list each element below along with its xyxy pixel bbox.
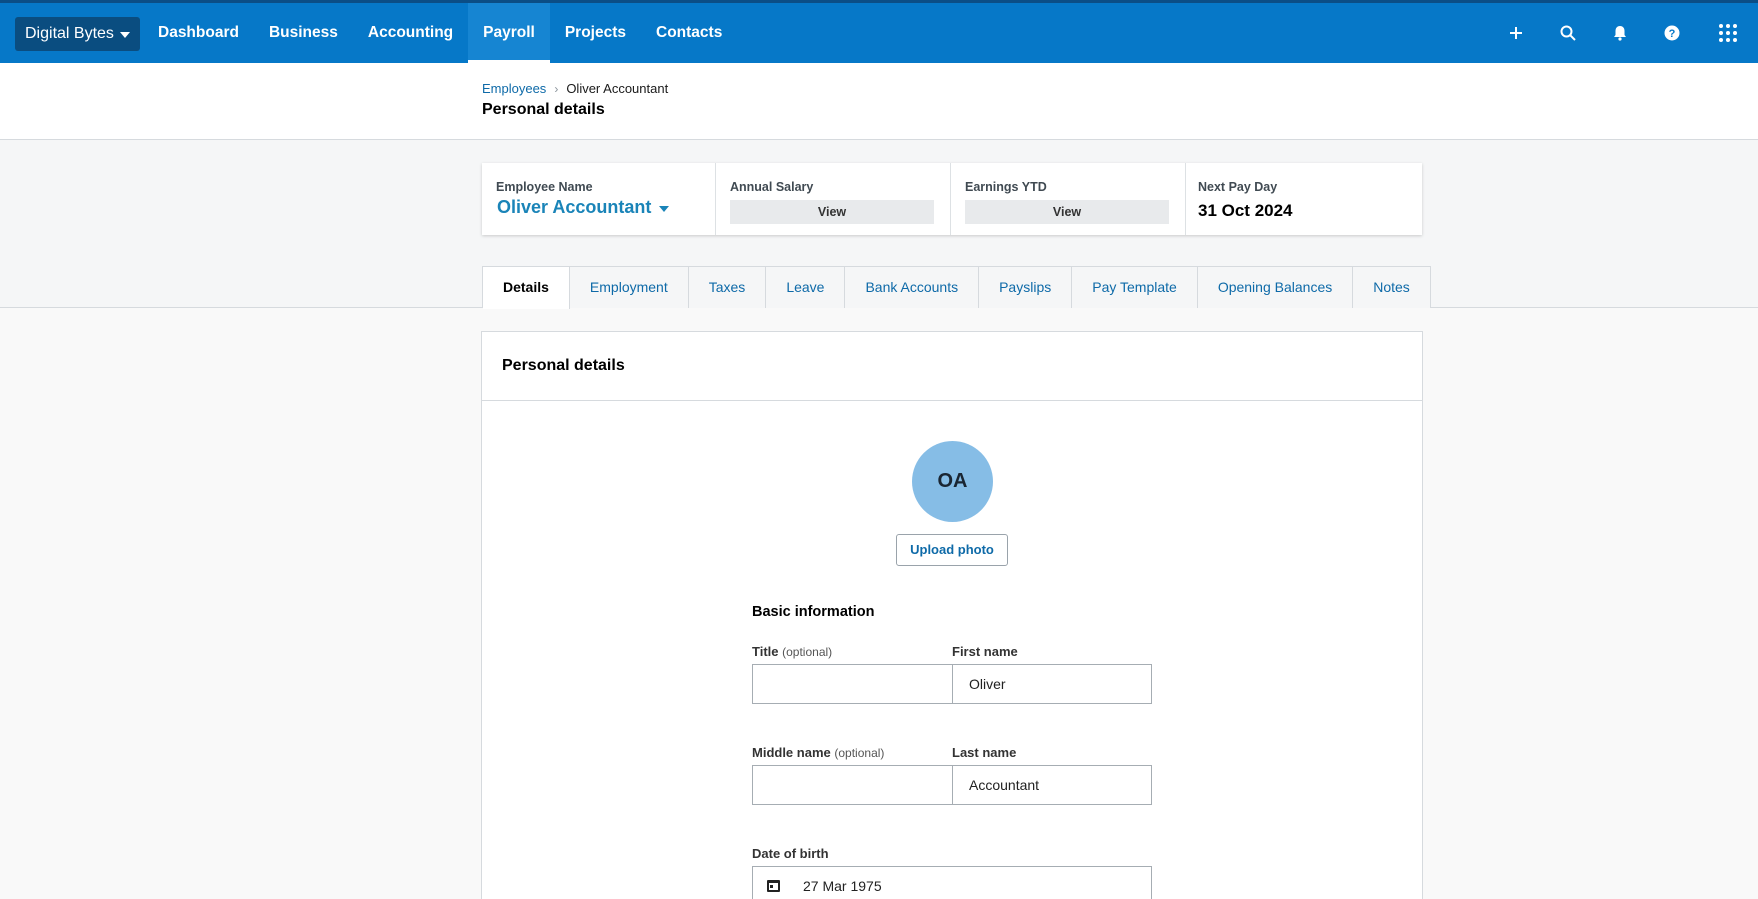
breadcrumb-employees-link[interactable]: Employees	[482, 81, 546, 96]
earnings-ytd-label: Earnings YTD	[965, 180, 1047, 194]
tab-details[interactable]: Details	[483, 267, 570, 309]
middle-name-field[interactable]	[752, 765, 953, 805]
bell-icon[interactable]	[1594, 3, 1646, 63]
nav-business[interactable]: Business	[254, 3, 353, 63]
page-title: Personal details	[482, 101, 605, 118]
middle-name-label: Middle name (optional)	[752, 745, 884, 760]
last-name-field[interactable]	[952, 765, 1152, 805]
next-pay-day-label: Next Pay Day	[1198, 180, 1278, 194]
apps-grid-icon[interactable]	[1698, 3, 1758, 63]
title-optional-text: (optional)	[782, 645, 833, 659]
page-header: Employees › Oliver Accountant Personal d…	[0, 63, 1758, 140]
panel-title: Personal details	[502, 357, 625, 374]
tab-payslips[interactable]: Payslips	[979, 267, 1073, 308]
caret-down-icon	[119, 32, 130, 38]
next-pay-day-value: 31 Oct 2024	[1198, 201, 1293, 220]
date-of-birth-label: Date of birth	[752, 846, 829, 861]
tab-leave[interactable]: Leave	[766, 267, 846, 308]
nav-dashboard[interactable]: Dashboard	[143, 3, 254, 63]
employee-name-cell: Employee Name Oliver Accountant	[482, 163, 716, 235]
date-of-birth-value: 27 Mar 1975	[803, 878, 882, 894]
tab-opening-balances[interactable]: Opening Balances	[1198, 267, 1354, 308]
avatar: OA	[912, 441, 993, 522]
annual-salary-view-button[interactable]: View	[730, 200, 934, 224]
tab-taxes[interactable]: Taxes	[689, 267, 767, 308]
panel-header: Personal details	[482, 332, 1422, 401]
first-name-label: First name	[952, 644, 1018, 659]
title-field[interactable]	[752, 664, 953, 704]
help-icon[interactable]: ?	[1646, 3, 1698, 63]
upload-photo-button[interactable]: Upload photo	[896, 534, 1008, 566]
calendar-icon	[767, 880, 780, 892]
employee-summary-card: Employee Name Oliver Accountant Annual S…	[482, 163, 1422, 235]
tab-notes[interactable]: Notes	[1353, 267, 1430, 308]
basic-information-heading: Basic information	[752, 604, 875, 620]
nav-contacts[interactable]: Contacts	[641, 3, 737, 63]
date-of-birth-field[interactable]: 27 Mar 1975	[752, 866, 1152, 899]
title-label-text: Title	[752, 644, 779, 659]
employee-tabs: Details Employment Taxes Leave Bank Acco…	[482, 266, 1431, 309]
main-nav: Dashboard Business Accounting Payroll Pr…	[143, 3, 737, 63]
organisation-name: Digital Bytes	[25, 25, 114, 42]
breadcrumb: Employees › Oliver Accountant	[482, 81, 668, 96]
last-name-label: Last name	[952, 745, 1017, 760]
chevron-right-icon: ›	[554, 81, 559, 96]
breadcrumb-current: Oliver Accountant	[566, 81, 669, 96]
annual-salary-cell: Annual Salary View	[716, 163, 951, 235]
earnings-ytd-cell: Earnings YTD View	[951, 163, 1186, 235]
search-icon[interactable]	[1542, 3, 1594, 63]
earnings-ytd-view-button[interactable]: View	[965, 200, 1169, 224]
top-icon-group: ?	[1490, 3, 1758, 63]
nav-projects[interactable]: Projects	[550, 3, 641, 63]
employee-selector[interactable]: Oliver Accountant	[497, 197, 670, 218]
nav-accounting[interactable]: Accounting	[353, 3, 468, 63]
nav-payroll[interactable]: Payroll	[468, 3, 550, 63]
title-label: Title (optional)	[752, 644, 832, 659]
svg-text:?: ?	[1669, 28, 1676, 40]
middle-name-label-text: Middle name	[752, 745, 831, 760]
middle-name-optional-text: (optional)	[834, 746, 885, 760]
tab-bank-accounts[interactable]: Bank Accounts	[845, 267, 980, 308]
tab-pay-template[interactable]: Pay Template	[1072, 267, 1198, 308]
employee-name-label: Employee Name	[496, 180, 593, 194]
top-navigation-bar: Digital Bytes Dashboard Business Account…	[0, 0, 1758, 63]
first-name-field[interactable]	[952, 664, 1152, 704]
annual-salary-label: Annual Salary	[730, 180, 814, 194]
caret-down-icon	[659, 205, 670, 212]
plus-icon[interactable]	[1490, 3, 1542, 63]
employee-name: Oliver Accountant	[497, 197, 652, 217]
personal-details-panel: Personal details OA Upload photo Basic i…	[481, 331, 1423, 899]
next-pay-day-cell: Next Pay Day 31 Oct 2024	[1186, 163, 1422, 235]
organisation-switcher-button[interactable]: Digital Bytes	[15, 17, 140, 51]
tab-employment[interactable]: Employment	[570, 267, 689, 308]
